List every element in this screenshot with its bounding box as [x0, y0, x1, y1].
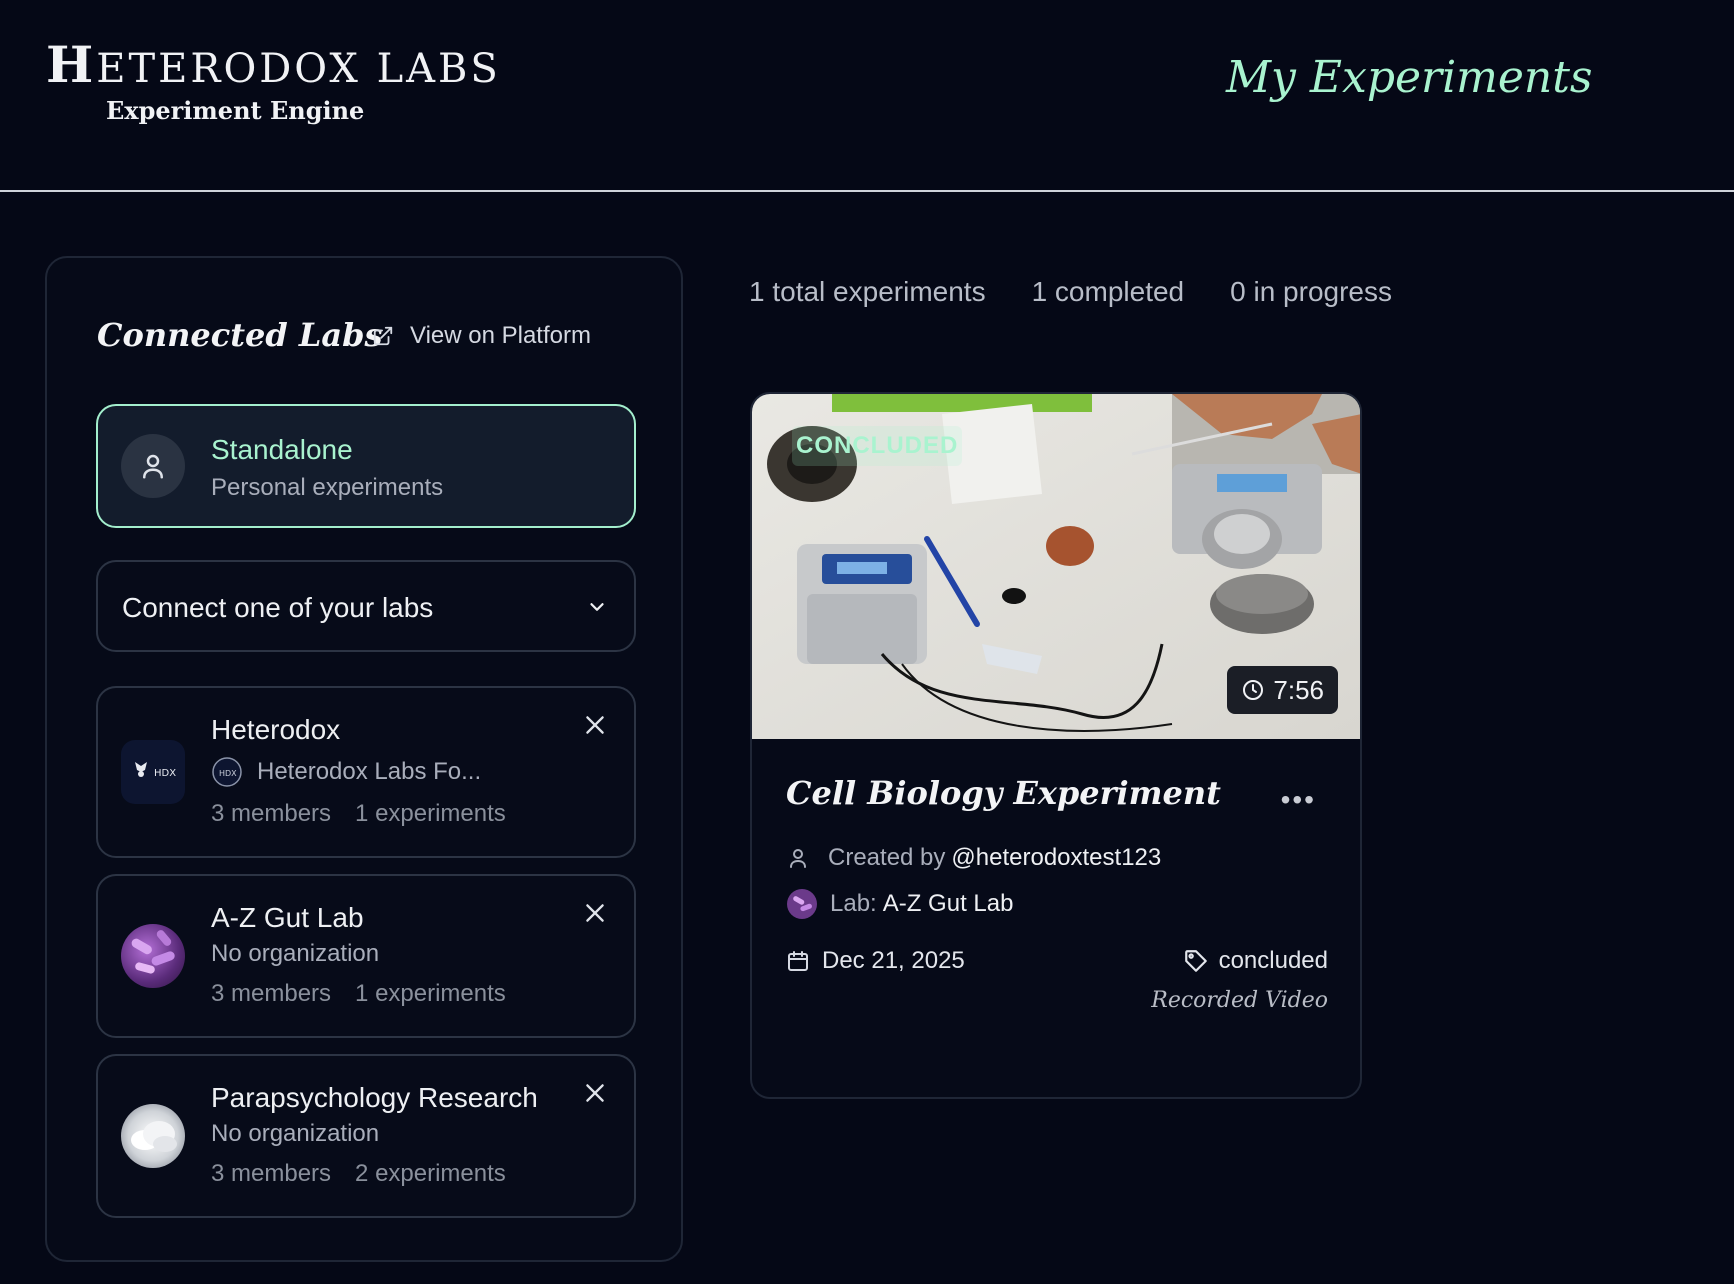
- view-on-platform-label: View on Platform: [410, 322, 591, 349]
- experiment-type: Recorded Video: [1151, 988, 1328, 1013]
- connected-labs-panel: Connected Labs View on Platform Standalo…: [45, 256, 683, 1262]
- lab-organization: HDX Heterodox Labs Fo...: [211, 756, 481, 788]
- lab-avatar-icon: [787, 889, 817, 919]
- in-progress-count: 0 in progress: [1230, 276, 1392, 307]
- bacteria-lab-logo: [121, 924, 185, 988]
- status-tag: concluded: [1183, 947, 1328, 975]
- lab-stats: 3 members 1 experiments: [211, 980, 506, 1008]
- logo-subtitle: Experiment Engine: [106, 96, 365, 125]
- lab-label: Lab:: [830, 890, 877, 917]
- panel-header: Connected Labs View on Platform: [97, 316, 617, 356]
- organization-logo-icon: HDX: [212, 757, 242, 787]
- tag-icon: [1184, 950, 1207, 972]
- chevron-down-icon: [590, 603, 604, 611]
- page-title: My Experiments: [1226, 52, 1593, 103]
- lab-name-link[interactable]: A-Z Gut Lab: [883, 890, 1014, 918]
- experiment-count: 1 experiments: [355, 800, 506, 827]
- logo-initial: H: [46, 35, 97, 94]
- svg-text:HDX: HDX: [219, 769, 237, 778]
- lab-organization: No organization: [211, 940, 380, 967]
- panel-title: Connected Labs: [97, 316, 383, 354]
- creator-username[interactable]: @heterodoxtest123: [951, 844, 1161, 872]
- completed-count: 1 completed: [1031, 276, 1185, 307]
- member-count: 3 members: [211, 980, 332, 1007]
- svg-text:HDX: HDX: [154, 768, 176, 779]
- close-icon[interactable]: [582, 1080, 608, 1106]
- lab-name: Parapsychology Research: [211, 1082, 538, 1113]
- status-badge: CONCLUDED: [792, 426, 963, 466]
- lab-card-az-gut-lab[interactable]: A-Z Gut Lab No organization 3 members 1 e…: [96, 874, 636, 1038]
- view-on-platform-link[interactable]: View on Platform: [372, 322, 591, 350]
- experiment-date: Dec 21, 2025: [822, 947, 965, 974]
- logo-name: ETERODOX LABS: [96, 46, 501, 92]
- lab-row: Lab: A-Z Gut Lab: [786, 888, 1013, 920]
- member-count: 3 members: [211, 1160, 332, 1187]
- lab-card-standalone[interactable]: Standalone Personal experiments: [96, 404, 636, 528]
- status-tag-label: concluded: [1218, 947, 1328, 974]
- lab-card-heterodox[interactable]: HDX Heterodox HDX Heterodox Labs Fo... 3…: [96, 686, 636, 858]
- connect-lab-label: Connect one of your labs: [122, 592, 434, 623]
- external-link-icon: [373, 326, 393, 346]
- logo-title: HETERODOX LABS: [46, 40, 501, 90]
- lab-card-parapsychology-research[interactable]: Parapsychology Research No organization …: [96, 1054, 636, 1218]
- date-row: Dec 21, 2025: [786, 947, 965, 975]
- cloud-lab-logo: [121, 1104, 185, 1168]
- close-icon[interactable]: [582, 900, 608, 926]
- experiment-count: 2 experiments: [355, 1160, 506, 1187]
- top-header: HETERODOX LABS Experiment Engine My Expe…: [0, 0, 1734, 192]
- experiment-title[interactable]: Cell Biology Experiment: [786, 774, 1221, 812]
- heterodox-lab-logo: HDX: [121, 740, 185, 804]
- more-options-icon[interactable]: •••: [1281, 784, 1316, 816]
- duration-value: 7:56: [1273, 674, 1324, 705]
- close-icon[interactable]: [582, 712, 608, 738]
- experiment-card[interactable]: CONCLUDED 7:56 Cell Biology Experiment •…: [750, 392, 1362, 1099]
- experiment-summary: 1 total experiments 1 completed 0 in progr…: [749, 276, 1438, 308]
- lab-name: Standalone: [211, 434, 353, 465]
- lab-name: A-Z Gut Lab: [211, 902, 364, 933]
- heterodox-labs-logo[interactable]: HETERODOX LABS Experiment Engine: [46, 40, 501, 126]
- lab-name: Heterodox: [211, 714, 341, 745]
- lab-stats: 3 members 2 experiments: [211, 1160, 506, 1188]
- lab-stats: 3 members 1 experiments: [211, 800, 506, 828]
- experiment-count: 1 experiments: [355, 980, 506, 1007]
- user-icon: [790, 849, 806, 868]
- clock-icon: [1243, 680, 1264, 700]
- lab-organization: No organization: [211, 1120, 380, 1147]
- connect-lab-dropdown[interactable]: Connect one of your labs: [96, 560, 636, 652]
- member-count: 3 members: [211, 800, 332, 827]
- video-duration: 7:56: [1227, 666, 1338, 714]
- lab-subtitle: Personal experiments: [211, 474, 444, 501]
- total-experiments: 1 total experiments: [749, 276, 986, 307]
- calendar-icon: [788, 951, 808, 971]
- created-by-label: Created by: [828, 844, 946, 871]
- organization-name: Heterodox Labs Fo...: [257, 758, 482, 785]
- created-by-row: Created by @heterodoxtest123: [786, 844, 1161, 872]
- experiment-video-thumbnail[interactable]: CONCLUDED 7:56: [752, 394, 1360, 739]
- user-avatar-icon: [121, 434, 185, 498]
